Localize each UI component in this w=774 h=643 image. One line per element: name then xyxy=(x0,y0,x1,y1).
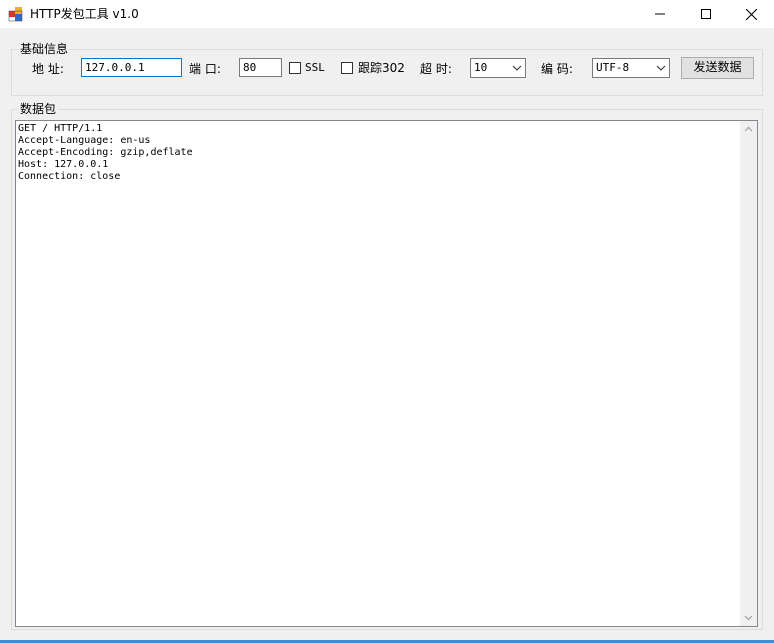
ssl-checkbox[interactable] xyxy=(289,62,301,74)
chevron-up-icon xyxy=(744,126,753,132)
scroll-up-button[interactable] xyxy=(740,121,757,138)
port-label: 端 口: xyxy=(189,62,221,76)
chevron-down-icon xyxy=(744,615,753,621)
packet-content: GET / HTTP/1.1 Accept-Language: en-us Ac… xyxy=(18,123,193,182)
follow302-label: 跟踪302 xyxy=(358,61,405,75)
maximize-button[interactable] xyxy=(683,0,729,28)
basic-info-legend: 基础信息 xyxy=(20,42,69,56)
timeout-label: 超 时: xyxy=(420,62,452,76)
vertical-scrollbar[interactable] xyxy=(740,121,757,626)
chevron-down-icon xyxy=(656,65,666,71)
packet-textarea[interactable]: GET / HTTP/1.1 Accept-Language: en-us Ac… xyxy=(15,120,758,627)
encoding-label: 编 码: xyxy=(541,62,573,76)
encoding-select[interactable]: UTF-8 xyxy=(592,58,670,78)
app-icon xyxy=(8,6,24,22)
packet-legend: 数据包 xyxy=(20,102,57,116)
window-title: HTTP发包工具 v1.0 xyxy=(30,7,139,21)
port-input[interactable]: 80 xyxy=(239,58,282,77)
send-button[interactable]: 发送数据 xyxy=(681,57,754,79)
scroll-down-button[interactable] xyxy=(740,609,757,626)
maximize-icon xyxy=(701,9,711,19)
close-button[interactable] xyxy=(728,0,774,28)
title-bar[interactable]: HTTP发包工具 v1.0 xyxy=(0,0,774,28)
minimize-button[interactable] xyxy=(637,0,683,28)
encoding-value: UTF-8 xyxy=(596,61,630,74)
timeout-select[interactable]: 10 xyxy=(470,58,526,78)
minimize-icon xyxy=(655,13,665,15)
chevron-down-icon xyxy=(512,65,522,71)
follow302-checkbox[interactable] xyxy=(341,62,353,74)
address-label: 地 址: xyxy=(32,62,64,76)
ssl-label: SSL xyxy=(305,61,325,74)
address-input[interactable]: 127.0.0.1 xyxy=(81,58,182,77)
close-icon xyxy=(745,8,757,20)
timeout-value: 10 xyxy=(474,61,488,74)
